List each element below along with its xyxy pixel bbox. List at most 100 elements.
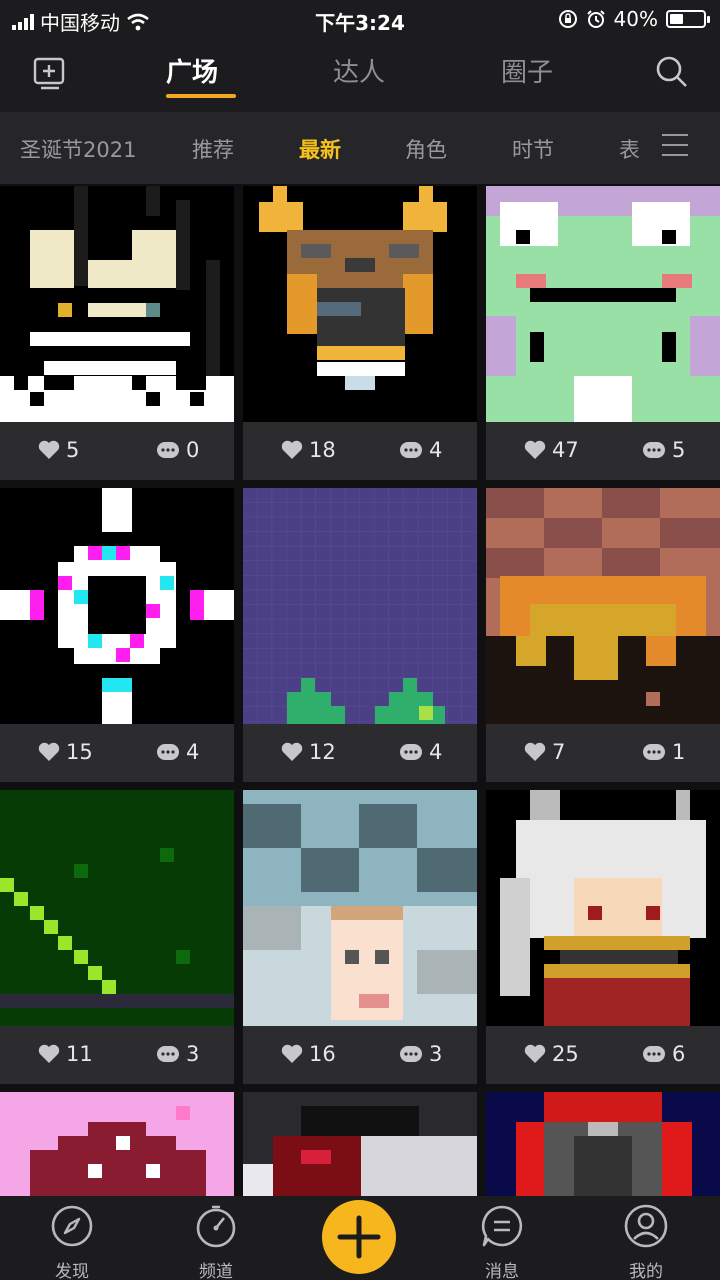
nav-label: 我的 bbox=[629, 1262, 663, 1280]
comment-count: 1 bbox=[672, 740, 686, 764]
tab-label: 达人 bbox=[332, 58, 385, 88]
profile-icon bbox=[624, 1204, 668, 1248]
category-latest[interactable]: 最新 bbox=[299, 134, 341, 164]
add-square-icon[interactable] bbox=[32, 56, 68, 92]
pixel-art-thumbnail[interactable] bbox=[243, 186, 477, 422]
category-christmas-2021[interactable]: 圣诞节2021 bbox=[20, 134, 136, 164]
nav-discover[interactable]: 发现 bbox=[22, 1202, 122, 1280]
post-card[interactable]: 5 0 bbox=[0, 186, 234, 480]
pixel-art-thumbnail[interactable] bbox=[486, 1092, 720, 1196]
alarm-icon bbox=[586, 10, 605, 28]
create-button[interactable] bbox=[322, 1200, 396, 1274]
tab-label: 广场 bbox=[165, 58, 218, 88]
post-card[interactable]: 7 1 bbox=[486, 488, 720, 782]
post-stats: 16 3 bbox=[243, 1026, 477, 1084]
pixel-art-thumbnail[interactable] bbox=[243, 488, 477, 724]
like-count: 7 bbox=[552, 740, 566, 764]
comment-button[interactable]: 6 bbox=[642, 1042, 685, 1066]
comment-button[interactable]: 4 bbox=[399, 438, 442, 462]
like-button[interactable]: 18 bbox=[281, 438, 336, 462]
comment-button[interactable]: 3 bbox=[399, 1042, 442, 1066]
comment-icon bbox=[157, 1046, 179, 1062]
tab-experts[interactable]: 达人 bbox=[299, 52, 419, 89]
pixel-art-thumbnail[interactable] bbox=[0, 488, 234, 724]
menu-lines-icon[interactable] bbox=[662, 134, 688, 158]
like-button[interactable]: 7 bbox=[524, 740, 565, 764]
like-count: 11 bbox=[66, 1042, 93, 1066]
tab-circles[interactable]: 圈子 bbox=[467, 52, 587, 89]
message-icon bbox=[481, 1205, 523, 1247]
pixel-art-thumbnail[interactable] bbox=[486, 790, 720, 1026]
comment-icon bbox=[400, 744, 422, 760]
nav-profile[interactable]: 我的 bbox=[596, 1202, 696, 1280]
category-recommended[interactable]: 推荐 bbox=[192, 134, 234, 164]
battery-icon bbox=[666, 10, 710, 28]
post-card[interactable]: 11 3 bbox=[0, 790, 234, 1084]
like-button[interactable]: 25 bbox=[524, 1042, 579, 1066]
comment-count: 3 bbox=[186, 1042, 200, 1066]
gauge-icon bbox=[196, 1205, 236, 1248]
comment-icon bbox=[157, 442, 179, 458]
heart-icon bbox=[38, 742, 60, 761]
comment-button[interactable]: 5 bbox=[642, 438, 685, 462]
pixel-art-thumbnail[interactable] bbox=[243, 790, 477, 1026]
comment-button[interactable]: 4 bbox=[156, 740, 199, 764]
comment-count: 4 bbox=[186, 740, 200, 764]
post-card[interactable]: 25 6 bbox=[486, 790, 720, 1084]
pixel-art-thumbnail[interactable] bbox=[0, 186, 234, 422]
comment-count: 4 bbox=[429, 438, 443, 462]
post-card[interactable]: 15 4 bbox=[0, 488, 234, 782]
pixel-art-thumbnail[interactable] bbox=[0, 1092, 234, 1196]
post-stats: 7 1 bbox=[486, 724, 720, 782]
category-character[interactable]: 角色 bbox=[405, 134, 447, 164]
post-stats: 15 4 bbox=[0, 724, 234, 782]
nav-label: 消息 bbox=[485, 1262, 519, 1280]
comment-button[interactable]: 3 bbox=[156, 1042, 199, 1066]
pixel-art-thumbnail[interactable] bbox=[243, 1092, 477, 1196]
comment-button[interactable]: 4 bbox=[399, 740, 442, 764]
nav-channels[interactable]: 频道 bbox=[166, 1202, 266, 1280]
comment-count: 6 bbox=[672, 1042, 686, 1066]
post-card[interactable] bbox=[0, 1092, 234, 1196]
like-button[interactable]: 5 bbox=[38, 438, 79, 462]
post-stats: 25 6 bbox=[486, 1026, 720, 1084]
pixel-art-thumbnail[interactable] bbox=[0, 790, 234, 1026]
comment-count: 4 bbox=[429, 740, 443, 764]
like-button[interactable]: 16 bbox=[281, 1042, 336, 1066]
tab-label: 圈子 bbox=[500, 58, 553, 88]
post-card[interactable] bbox=[243, 1092, 477, 1196]
like-button[interactable]: 15 bbox=[38, 740, 93, 764]
post-card[interactable]: 47 5 bbox=[486, 186, 720, 480]
tab-square[interactable]: 广场 bbox=[132, 52, 252, 98]
top-nav: 广场 达人 圈子 bbox=[0, 40, 720, 112]
category-bar: 圣诞节2021 推荐 最新 角色 时节 表 bbox=[0, 112, 720, 184]
like-button[interactable]: 47 bbox=[524, 438, 579, 462]
like-button[interactable]: 11 bbox=[38, 1042, 93, 1066]
nav-messages[interactable]: 消息 bbox=[452, 1202, 552, 1280]
heart-icon bbox=[281, 1044, 303, 1063]
post-card[interactable]: 12 4 bbox=[243, 488, 477, 782]
comment-count: 5 bbox=[672, 438, 686, 462]
like-count: 47 bbox=[552, 438, 579, 462]
plus-icon bbox=[337, 1215, 381, 1259]
active-tab-indicator bbox=[166, 94, 236, 98]
comment-count: 3 bbox=[429, 1042, 443, 1066]
like-count: 12 bbox=[309, 740, 336, 764]
comment-button[interactable]: 1 bbox=[642, 740, 685, 764]
category-season[interactable]: 时节 bbox=[512, 134, 554, 164]
pixel-art-thumbnail[interactable] bbox=[486, 186, 720, 422]
post-card[interactable] bbox=[486, 1092, 720, 1196]
post-card[interactable]: 18 4 bbox=[243, 186, 477, 480]
like-count: 25 bbox=[552, 1042, 579, 1066]
search-icon[interactable] bbox=[654, 54, 690, 90]
comment-count: 0 bbox=[186, 438, 200, 462]
nav-label: 发现 bbox=[55, 1262, 89, 1280]
comment-icon bbox=[643, 1046, 665, 1062]
heart-icon bbox=[524, 440, 546, 459]
post-card[interactable]: 16 3 bbox=[243, 790, 477, 1084]
like-button[interactable]: 12 bbox=[281, 740, 336, 764]
pixel-art-thumbnail[interactable] bbox=[486, 488, 720, 724]
comment-button[interactable]: 0 bbox=[156, 438, 199, 462]
battery-percent: 40% bbox=[613, 7, 658, 31]
post-grid: 5 0 18 4 47 5 15 4 12 4 7 1 11 3 16 3 25… bbox=[0, 184, 720, 1196]
